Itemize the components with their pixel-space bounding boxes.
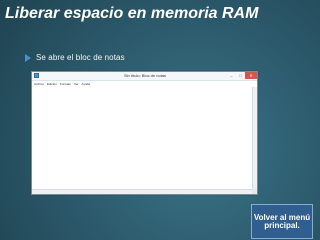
back-to-menu-button[interactable]: Volver al menú principal. xyxy=(251,204,313,239)
minimize-button[interactable]: – xyxy=(227,72,236,79)
back-to-menu-label: Volver al menú principal. xyxy=(253,212,311,230)
horizontal-scrollbar[interactable] xyxy=(32,189,252,194)
notepad-icon xyxy=(34,73,39,78)
menu-edicion[interactable]: Edición xyxy=(47,82,57,86)
bullet-arrow-icon xyxy=(25,53,31,62)
notepad-editor-area[interactable] xyxy=(32,87,252,189)
bullet-item: Se abre el bloc de notas xyxy=(25,53,125,62)
window-controls: – □ ✕ xyxy=(227,72,257,79)
menu-formato[interactable]: Formato xyxy=(60,82,71,86)
vertical-scrollbar[interactable] xyxy=(252,87,257,189)
menu-ayuda[interactable]: Ayuda xyxy=(82,82,90,86)
menu-archivo[interactable]: Archivo xyxy=(34,82,44,86)
window-title: Sin título: Bloc de notas xyxy=(124,73,167,78)
bullet-text: Se abre el bloc de notas xyxy=(36,53,125,62)
slide-title: Liberar espacio en memoria RAM xyxy=(5,5,259,22)
window-titlebar: Sin título: Bloc de notas – □ ✕ xyxy=(32,72,257,81)
menu-ver[interactable]: Ver xyxy=(74,82,79,86)
resize-grip[interactable] xyxy=(252,189,257,194)
close-button[interactable]: ✕ xyxy=(245,72,257,79)
notepad-window-screenshot: Sin título: Bloc de notas – □ ✕ Archivo … xyxy=(31,71,258,195)
maximize-button[interactable]: □ xyxy=(236,72,245,79)
